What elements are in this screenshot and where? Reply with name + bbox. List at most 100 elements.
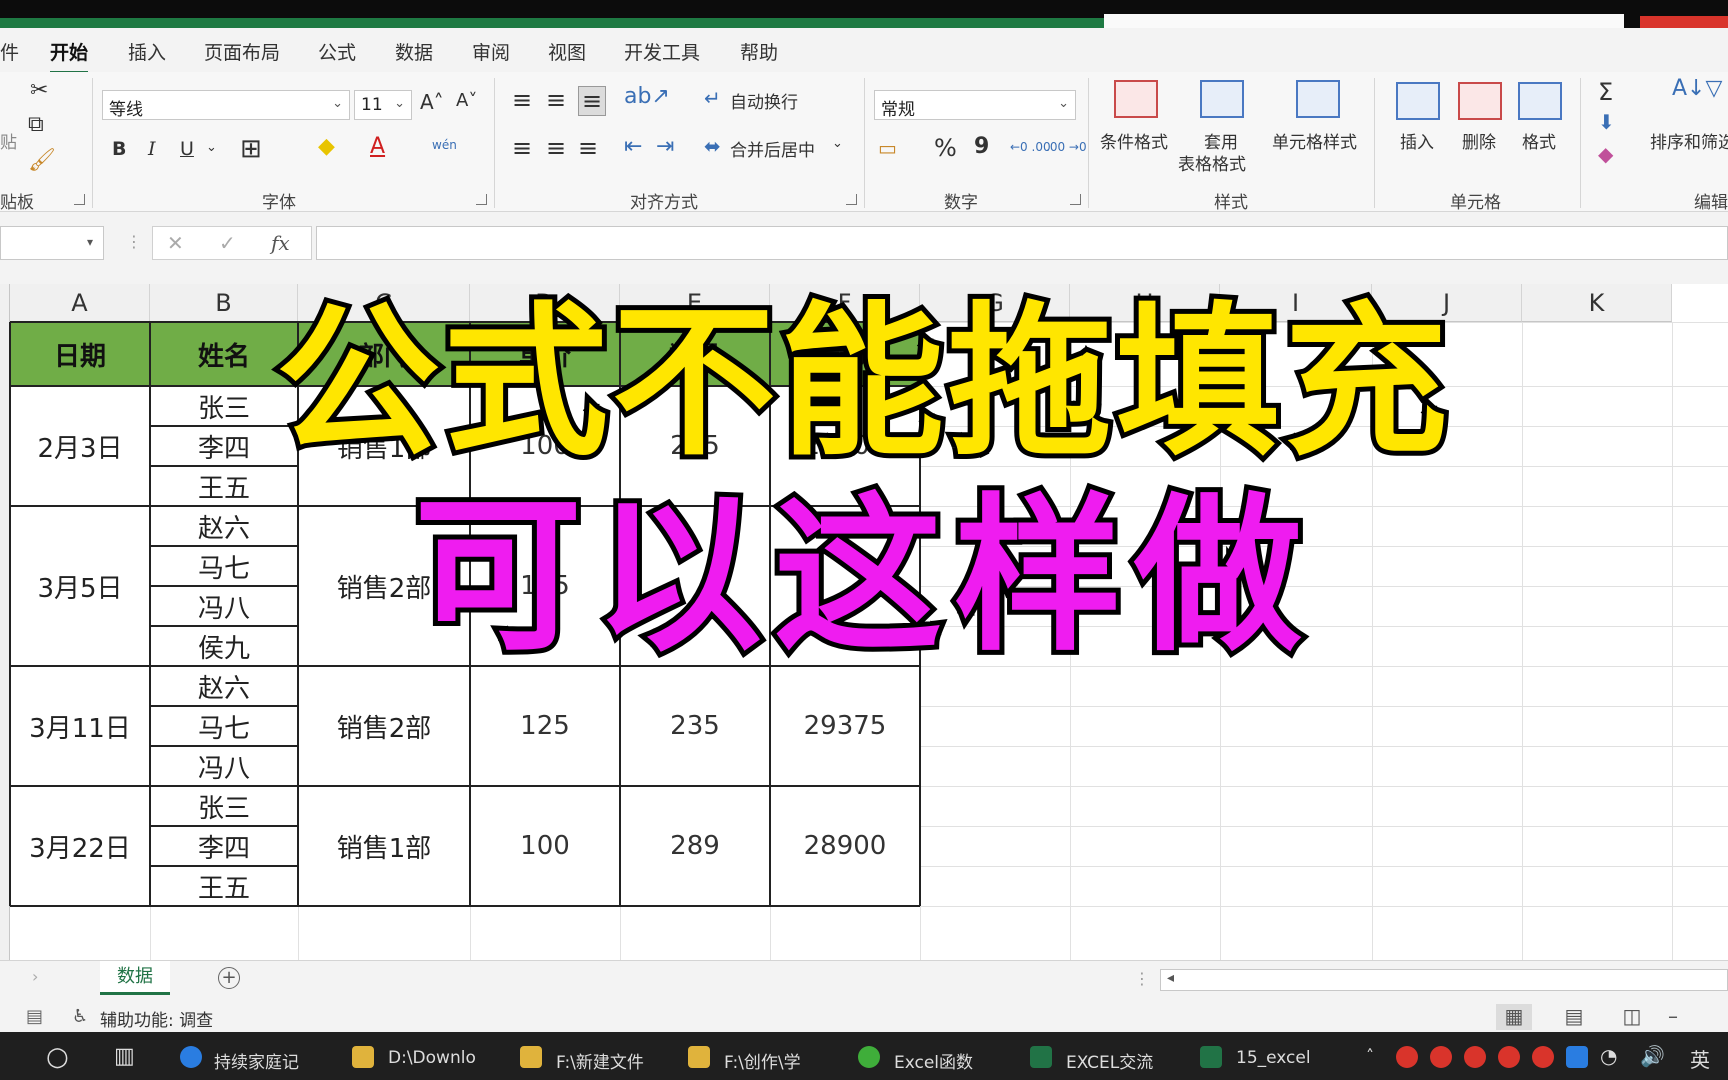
tab-view[interactable]: 视图 xyxy=(548,38,586,65)
format-as-table-label-2[interactable]: 表格格式 xyxy=(1178,150,1246,175)
align-center-icon[interactable]: ≡ xyxy=(546,134,566,162)
chevron-up-icon[interactable]: ˄ xyxy=(1366,1046,1374,1065)
conditional-formatting-button[interactable]: 条件格式 xyxy=(1100,128,1168,153)
scroll-left-icon[interactable]: › xyxy=(32,967,38,986)
tab-home[interactable]: 开始 xyxy=(50,38,89,74)
macro-record-icon[interactable]: ▤ xyxy=(26,1006,43,1027)
format-cells-icon[interactable] xyxy=(1518,82,1562,120)
excel-icon[interactable] xyxy=(1030,1046,1052,1068)
clipboard-launcher-icon[interactable] xyxy=(74,194,85,205)
increase-indent-icon[interactable]: ⇥ xyxy=(656,134,674,159)
paste-label[interactable]: 贴 xyxy=(0,128,17,153)
orientation-icon[interactable]: ab↗ xyxy=(624,84,670,109)
browser-icon[interactable] xyxy=(180,1046,202,1068)
tray-app-icon[interactable] xyxy=(1396,1046,1418,1068)
align-right-icon[interactable]: ≡ xyxy=(578,134,598,162)
alignment-launcher-icon[interactable] xyxy=(846,194,857,205)
title-close-accent[interactable] xyxy=(1640,16,1728,28)
borders-icon[interactable]: ⊞ xyxy=(240,134,262,164)
tray-app-icon[interactable] xyxy=(1464,1046,1486,1068)
name-cell[interactable]: 冯八 xyxy=(150,746,298,786)
copy-icon[interactable]: ⧉ xyxy=(28,112,44,137)
quantity-cell[interactable]: 235 xyxy=(620,666,770,786)
merge-center-button[interactable]: 合并后居中 xyxy=(730,136,815,161)
tab-file[interactable]: 件 xyxy=(0,38,19,65)
cell-styles-icon[interactable] xyxy=(1296,80,1340,118)
page-break-view-icon[interactable]: ◫ xyxy=(1614,1004,1650,1030)
price-cell[interactable]: 100 xyxy=(470,786,620,906)
align-left-icon[interactable]: ≡ xyxy=(512,134,532,162)
tab-page-layout[interactable]: 页面布局 xyxy=(204,38,280,65)
align-bottom-icon[interactable]: ≡ xyxy=(578,86,607,116)
tray-app-icon[interactable] xyxy=(1430,1046,1452,1068)
shrink-font-button[interactable]: A˅ xyxy=(456,90,477,111)
ime-icon[interactable]: 英 xyxy=(1690,1044,1710,1073)
taskbar-item-4[interactable]: F:\创作\学 xyxy=(724,1048,801,1073)
font-name-select[interactable]: 等线 ⌄ xyxy=(102,90,350,120)
dept-cell[interactable]: 销售2部 xyxy=(298,666,470,786)
tab-formulas[interactable]: 公式 xyxy=(318,38,356,65)
name-cell[interactable]: 李四 xyxy=(150,826,298,866)
align-middle-icon[interactable]: ≡ xyxy=(546,86,566,114)
align-top-icon[interactable]: ≡ xyxy=(512,86,532,114)
name-cell[interactable]: 王五 xyxy=(150,866,298,906)
format-cells-button[interactable]: 格式 xyxy=(1522,128,1556,153)
format-as-table-icon[interactable] xyxy=(1200,80,1244,118)
wrap-text-icon[interactable]: ↵ xyxy=(704,86,721,110)
price-cell[interactable]: 125 xyxy=(470,666,620,786)
percent-button[interactable]: % xyxy=(934,134,957,162)
font-size-select[interactable]: 11 ⌄ xyxy=(354,90,412,120)
number-format-select[interactable]: 常规 ⌄ xyxy=(874,90,1076,120)
fill-color-icon[interactable]: ◆ xyxy=(318,134,335,159)
chevron-down-icon[interactable]: ⌄ xyxy=(206,140,217,155)
sort-filter-icon[interactable]: A↓▽ xyxy=(1672,76,1722,101)
accessibility-icon[interactable]: ♿ xyxy=(72,1006,88,1027)
tab-help[interactable]: 帮助 xyxy=(740,38,778,65)
tray-app-icon[interactable] xyxy=(1566,1046,1588,1068)
taskbar-item-5[interactable]: Excel函数 xyxy=(894,1048,973,1073)
zoom-out-icon[interactable]: – xyxy=(1668,1004,1678,1028)
taskbar-item-7[interactable]: 15_excel xyxy=(1236,1048,1311,1068)
decrease-decimal-button[interactable]: .00 →0 xyxy=(1046,140,1087,154)
sheet-tab-data[interactable]: 数据 xyxy=(100,961,170,995)
page-layout-view-icon[interactable]: ▤ xyxy=(1556,1004,1592,1030)
excel-icon[interactable] xyxy=(1200,1046,1222,1068)
taskbar-item-1[interactable]: 持续家庭记 xyxy=(214,1048,299,1073)
scroll-left-icon[interactable]: ◂ xyxy=(1167,970,1174,986)
decrease-indent-icon[interactable]: ⇤ xyxy=(624,134,642,159)
horizontal-scrollbar[interactable]: ◂ xyxy=(1160,969,1728,991)
date-cell[interactable]: 3月11日 xyxy=(10,666,150,786)
tab-data[interactable]: 数据 xyxy=(395,38,433,65)
amount-cell[interactable]: 29375 xyxy=(770,666,920,786)
insert-cells-icon[interactable] xyxy=(1396,82,1440,120)
tab-developer[interactable]: 开发工具 xyxy=(624,38,700,65)
font-color-icon[interactable]: A xyxy=(370,134,385,159)
delete-cells-icon[interactable] xyxy=(1458,82,1502,120)
sort-filter-button[interactable]: 排序和筛选 xyxy=(1650,128,1728,153)
bold-button[interactable]: B xyxy=(112,138,126,160)
chevron-down-icon[interactable]: ⌄ xyxy=(832,136,843,151)
date-cell[interactable]: 3月22日 xyxy=(10,786,150,906)
amount-cell[interactable]: 28900 xyxy=(770,786,920,906)
normal-view-icon[interactable]: ▦ xyxy=(1496,1004,1532,1030)
conditional-formatting-icon[interactable] xyxy=(1114,80,1158,118)
italic-button[interactable]: I xyxy=(148,138,156,160)
comma-button[interactable]: 9 xyxy=(974,134,989,159)
number-launcher-icon[interactable] xyxy=(1070,194,1081,205)
increase-decimal-button[interactable]: ←0 .00 xyxy=(1010,140,1051,154)
dept-cell[interactable]: 销售1部 xyxy=(298,786,470,906)
taskbar-item-6[interactable]: EXCEL交流 xyxy=(1066,1048,1153,1073)
cell-styles-button[interactable]: 单元格样式 xyxy=(1272,128,1357,153)
autosum-icon[interactable]: Σ xyxy=(1598,78,1613,106)
grow-font-button[interactable]: A˄ xyxy=(420,90,444,114)
name-cell[interactable]: 马七 xyxy=(150,706,298,746)
folder-icon[interactable] xyxy=(520,1046,542,1068)
accessibility-status[interactable]: 辅助功能: 调查 xyxy=(100,1006,213,1031)
delete-cells-button[interactable]: 删除 xyxy=(1462,128,1496,153)
add-sheet-icon[interactable]: + xyxy=(218,967,240,989)
accounting-icon[interactable]: ▭ xyxy=(878,136,897,160)
taskbar-item-2[interactable]: D:\Downlo xyxy=(388,1048,476,1068)
name-cell[interactable]: 张三 xyxy=(150,786,298,826)
phonetic-button[interactable]: wén xyxy=(432,138,457,152)
insert-cells-button[interactable]: 插入 xyxy=(1400,128,1434,153)
